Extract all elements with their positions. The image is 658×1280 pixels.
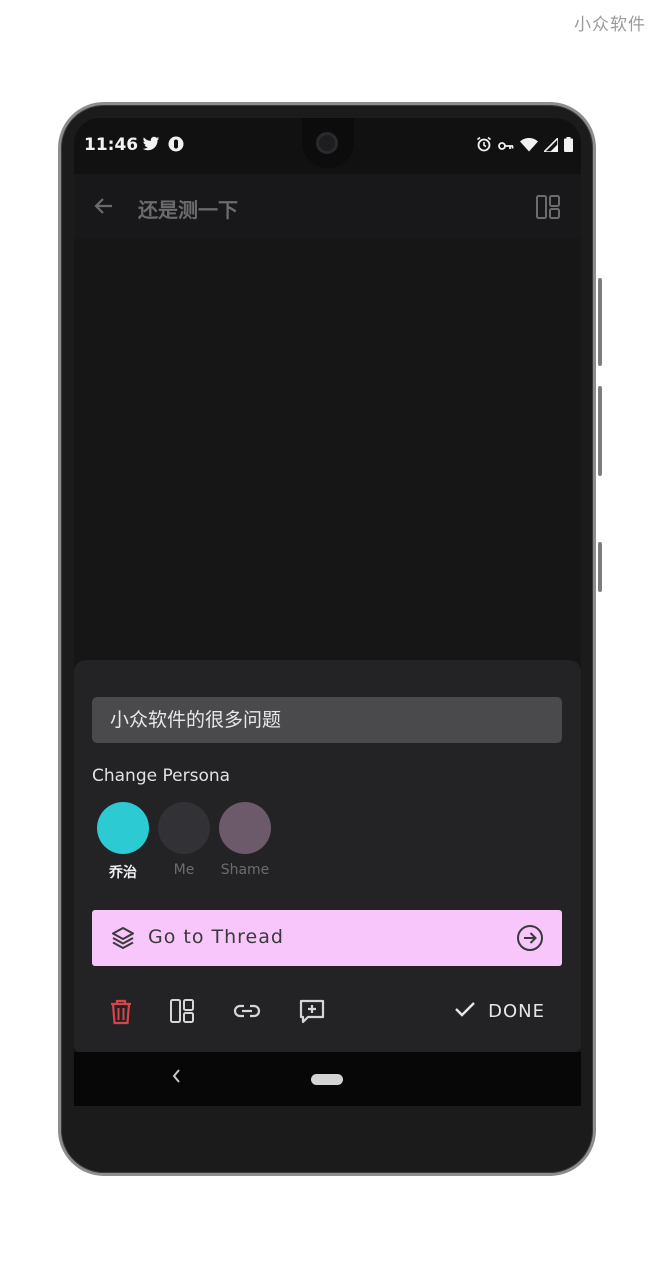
front-camera bbox=[302, 118, 354, 168]
signal-icon bbox=[542, 135, 559, 156]
status-time: 11:46 bbox=[84, 135, 139, 155]
nav-back-icon[interactable] bbox=[170, 1066, 182, 1090]
nav-home-pill[interactable] bbox=[311, 1074, 343, 1085]
persona-avatar bbox=[158, 802, 210, 854]
go-to-thread-button[interactable]: Go to Thread bbox=[92, 910, 562, 966]
persona-label: Change Persona bbox=[92, 766, 231, 786]
app-bar: 还是测一下 bbox=[74, 174, 581, 238]
done-label: DONE bbox=[488, 1000, 545, 1022]
message-input[interactable]: 小众软件的很多问题 bbox=[92, 697, 562, 743]
persona-option[interactable]: Shame bbox=[219, 802, 271, 878]
delete-icon[interactable] bbox=[108, 998, 134, 1030]
action-toolbar: DONE bbox=[74, 990, 581, 1036]
go-to-thread-label: Go to Thread bbox=[148, 926, 284, 948]
power-button bbox=[598, 542, 602, 592]
vpn-key-icon bbox=[498, 137, 514, 156]
edit-sheet: 小众软件的很多问题 Change Persona 乔治 Me Shame Go … bbox=[74, 660, 581, 1052]
layout-icon[interactable] bbox=[169, 998, 195, 1028]
persona-avatar bbox=[219, 802, 271, 854]
twitter-icon bbox=[142, 136, 160, 156]
system-nav-bar bbox=[74, 1052, 581, 1106]
check-icon bbox=[454, 1000, 476, 1022]
layers-icon bbox=[110, 925, 136, 955]
screen: 11:46 还是测一下 小众软件的很多问题 Change Persona 乔治 … bbox=[74, 118, 581, 1106]
battery-icon bbox=[564, 136, 573, 156]
done-button[interactable]: DONE bbox=[454, 1000, 545, 1022]
status-bar: 11:46 bbox=[74, 118, 581, 174]
persona-option[interactable]: 乔治 bbox=[97, 802, 149, 882]
page-title: 还是测一下 bbox=[138, 198, 238, 222]
volume-button bbox=[598, 386, 602, 476]
persona-name: Shame bbox=[220, 862, 270, 878]
wifi-icon bbox=[520, 137, 538, 156]
app-notification-icon bbox=[168, 136, 184, 156]
persona-name: Me bbox=[173, 862, 195, 878]
persona-name: 乔治 bbox=[109, 865, 137, 881]
link-icon[interactable] bbox=[233, 998, 261, 1028]
arrow-circle-right-icon bbox=[516, 924, 544, 956]
alarm-icon bbox=[476, 136, 492, 156]
persona-avatar bbox=[97, 802, 149, 854]
watermark: 小众软件 bbox=[574, 15, 646, 35]
layout-icon[interactable] bbox=[535, 194, 561, 224]
back-arrow-icon[interactable] bbox=[92, 194, 116, 222]
persona-option[interactable]: Me bbox=[158, 802, 210, 878]
volume-button bbox=[598, 278, 602, 366]
add-comment-icon[interactable] bbox=[298, 998, 326, 1030]
